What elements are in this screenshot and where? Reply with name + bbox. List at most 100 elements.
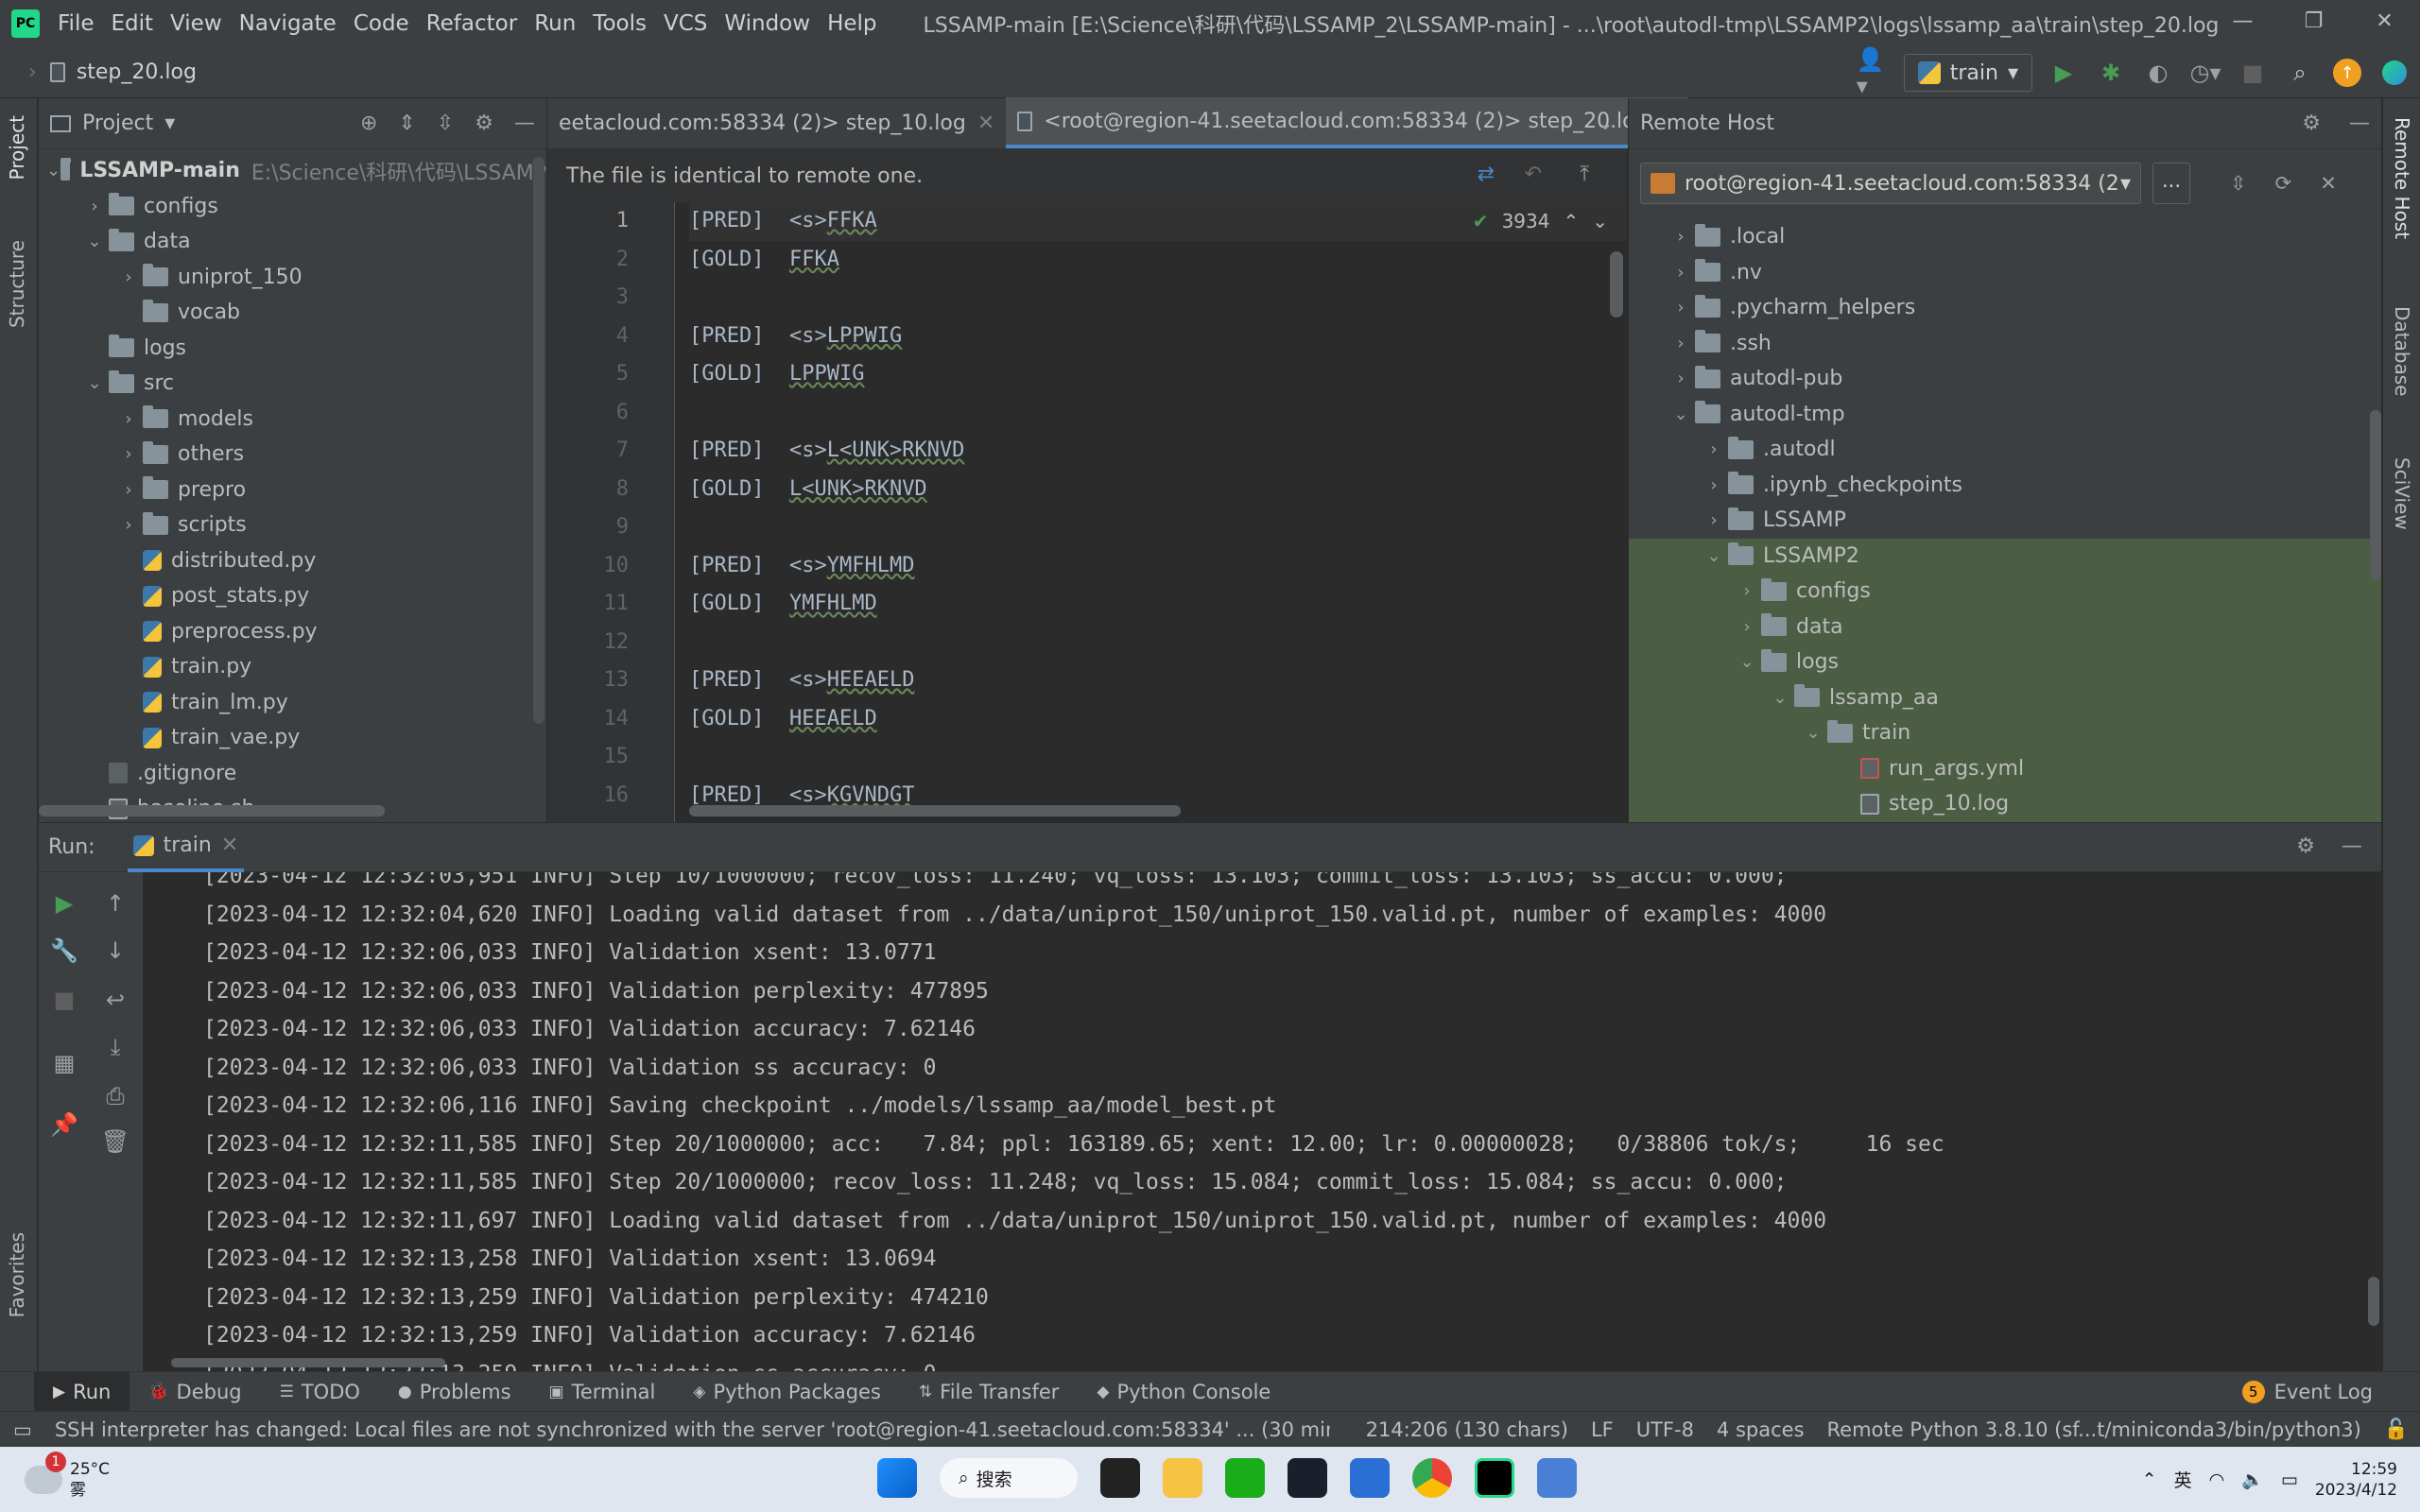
close-icon[interactable]: ✕ bbox=[977, 112, 994, 135]
event-log-tab[interactable]: 5 Event Log bbox=[2241, 1380, 2420, 1403]
status-icon[interactable]: ▭ bbox=[0, 1418, 43, 1441]
taskbar-search[interactable]: ⌕ 搜索 bbox=[940, 1458, 1078, 1498]
expand-all-icon[interactable]: ⇕ bbox=[398, 112, 415, 135]
menu-item-view[interactable]: View bbox=[162, 11, 231, 36]
remote-tree-item[interactable]: step_10.log bbox=[1629, 786, 2381, 822]
status-message[interactable]: SSH interpreter has changed: Local files… bbox=[43, 1418, 1330, 1441]
chevron-right-icon[interactable]: › bbox=[114, 480, 143, 500]
remote-tree-item[interactable]: ⌄ train bbox=[1629, 715, 2381, 751]
code-line[interactable] bbox=[689, 394, 1627, 433]
locate-icon[interactable]: ⊕ bbox=[360, 112, 377, 135]
start-icon[interactable] bbox=[877, 1458, 917, 1498]
profile-icon[interactable]: ◷▾ bbox=[2189, 57, 2221, 89]
tool-tab-run[interactable]: ▶ Run bbox=[34, 1371, 130, 1412]
remote-tree-item[interactable]: › .local bbox=[1629, 219, 2381, 255]
tree-item[interactable]: › models bbox=[39, 402, 546, 438]
chevron-right-icon[interactable]: › bbox=[1667, 334, 1695, 353]
editor-tab[interactable]: <root@region-41.seetacloud.com:58334 (2)… bbox=[1006, 97, 1689, 148]
menu-item-help[interactable]: Help bbox=[819, 11, 885, 36]
remote-tree-item[interactable]: › .autodl bbox=[1629, 432, 2381, 468]
remote-tree-item[interactable]: › .pycharm_helpers bbox=[1629, 290, 2381, 326]
host-select[interactable]: root@region-41.seetacloud.com:58334 (2 ▾ bbox=[1640, 163, 2141, 204]
tree-item[interactable]: › uniprot_150 bbox=[39, 260, 546, 296]
arrow-down-icon[interactable]: ↓ bbox=[99, 935, 131, 967]
chevron-down-icon[interactable]: ⌄ bbox=[1733, 652, 1761, 672]
vertical-scrollbar[interactable] bbox=[2368, 1277, 2379, 1326]
notepad-icon[interactable] bbox=[1537, 1458, 1577, 1498]
horizontal-scrollbar[interactable] bbox=[689, 805, 1181, 816]
remote-tree-item[interactable]: › .ipynb_checkpoints bbox=[1629, 468, 2381, 504]
tree-item[interactable]: preprocess.py bbox=[39, 614, 546, 650]
chrome-icon[interactable] bbox=[1412, 1458, 1452, 1498]
collapse-icon[interactable]: ⇳ bbox=[2230, 172, 2247, 195]
stop-icon[interactable]: ■ bbox=[48, 984, 80, 1016]
code-line[interactable] bbox=[689, 279, 1627, 318]
tree-item[interactable]: .gitignore bbox=[39, 756, 546, 792]
wrench-icon[interactable]: 🔧 bbox=[48, 935, 80, 967]
close-window-button[interactable]: ✕ bbox=[2349, 0, 2420, 47]
tree-item[interactable]: › configs bbox=[39, 189, 546, 225]
indentation[interactable]: 4 spaces bbox=[1705, 1418, 1816, 1441]
remote-tree-item[interactable]: ⌄ autodl-tmp bbox=[1629, 397, 2381, 433]
code-line[interactable]: [PRED] <s>LPPWIG bbox=[689, 318, 1627, 356]
menu-item-refactor[interactable]: Refactor bbox=[418, 11, 526, 36]
editor-tab[interactable]: eetacloud.com:58334 (2)> step_10.log ✕ bbox=[547, 97, 1006, 148]
layout-icon[interactable]: ▦ bbox=[48, 1047, 80, 1079]
chevron-right-icon[interactable]: › bbox=[1700, 475, 1728, 495]
vertical-scrollbar[interactable] bbox=[1610, 251, 1623, 318]
tree-item[interactable]: post_stats.py bbox=[39, 578, 546, 614]
tree-item[interactable]: train_lm.py bbox=[39, 685, 546, 721]
update-icon[interactable]: ↑ bbox=[2331, 57, 2363, 89]
chevron-down-icon[interactable]: ⌄ bbox=[46, 161, 60, 180]
breadcrumb[interactable]: › step_20.log bbox=[28, 60, 197, 84]
chevron-down-icon[interactable]: ⌄ bbox=[1667, 404, 1695, 424]
jetbrains-icon[interactable] bbox=[2378, 57, 2411, 89]
chevron-right-icon[interactable]: › bbox=[1700, 510, 1728, 530]
chevron-down-icon[interactable]: ⌄ bbox=[1799, 723, 1827, 743]
pin-icon[interactable]: 📌 bbox=[48, 1108, 80, 1141]
python-interpreter[interactable]: Remote Python 3.8.10 (sf...t/miniconda3/… bbox=[1816, 1418, 2373, 1441]
tool-tab-debug[interactable]: 🐞 Debug bbox=[130, 1372, 260, 1412]
code-line[interactable]: [PRED] <s>HEEAELD bbox=[689, 662, 1627, 700]
tree-item[interactable]: › scripts bbox=[39, 507, 546, 543]
minimize-button[interactable]: — bbox=[2207, 0, 2278, 47]
gear-icon[interactable]: ⚙ bbox=[2296, 834, 2315, 858]
menu-item-edit[interactable]: Edit bbox=[103, 11, 163, 36]
upload-icon[interactable]: ⤒ bbox=[1580, 163, 1589, 186]
remote-tree-item[interactable]: ⌄ LSSAMP2 bbox=[1629, 538, 2381, 574]
volume-icon[interactable]: 🔈 bbox=[2241, 1469, 2264, 1490]
remote-tree-item[interactable]: ⌄ lssamp_aa bbox=[1629, 679, 2381, 715]
remote-tree-item[interactable]: › configs bbox=[1629, 574, 2381, 610]
hide-icon[interactable]: — bbox=[2349, 112, 2370, 135]
chevron-down-icon[interactable]: ⌄ bbox=[1592, 210, 1608, 232]
trash-icon[interactable]: 🗑 bbox=[99, 1125, 131, 1158]
code-line[interactable]: [PRED] <s>L<UNK>RKNVD bbox=[689, 432, 1627, 471]
menu-item-file[interactable]: File bbox=[49, 11, 103, 36]
horizontal-scrollbar[interactable] bbox=[171, 1358, 445, 1367]
soft-wrap-icon[interactable]: ↩ bbox=[99, 984, 131, 1016]
chevron-up-icon[interactable]: ⌃ bbox=[1563, 210, 1579, 232]
stop-icon[interactable]: ■ bbox=[2237, 57, 2269, 89]
code-line[interactable]: [GOLD] LPPWIG bbox=[689, 355, 1627, 394]
chevron-right-icon[interactable]: › bbox=[80, 197, 109, 216]
maximize-button[interactable]: ❐ bbox=[2278, 0, 2349, 47]
code-line[interactable]: [GOLD] YMFHLMD bbox=[689, 585, 1627, 624]
tool-tab-python-console[interactable]: ◆ Python Console bbox=[1078, 1372, 1289, 1412]
input-method[interactable]: 英 bbox=[2174, 1467, 2192, 1492]
chevron-right-icon[interactable]: › bbox=[114, 409, 143, 429]
tool-tab-problems[interactable]: ● Problems bbox=[379, 1372, 530, 1412]
more-button[interactable]: ... bbox=[2152, 163, 2190, 204]
chevron-down-icon[interactable]: ▾ bbox=[164, 112, 175, 135]
remote-tree-item[interactable]: › .nv bbox=[1629, 255, 2381, 291]
tool-tab-favorites[interactable]: Favorites bbox=[6, 1232, 28, 1317]
tool-tab-terminal[interactable]: ▣ Terminal bbox=[530, 1372, 675, 1412]
inspection-widget[interactable]: ✔ 3934 ⌃ ⌄ bbox=[1473, 210, 1608, 232]
tree-item[interactable]: › prepro bbox=[39, 472, 546, 508]
tool-tab-python-packages[interactable]: ◈ Python Packages bbox=[674, 1372, 900, 1412]
tool-tab-file-transfer[interactable]: ⇅ File Transfer bbox=[900, 1372, 1079, 1412]
remote-tree-item[interactable]: ⌄ logs bbox=[1629, 644, 2381, 680]
arrow-up-icon[interactable]: ↑ bbox=[99, 887, 131, 919]
tool-tab-remote-host[interactable]: Remote Host bbox=[2391, 117, 2413, 239]
chevron-right-icon[interactable]: › bbox=[1667, 298, 1695, 318]
tree-item[interactable]: ⌄ data bbox=[39, 224, 546, 260]
